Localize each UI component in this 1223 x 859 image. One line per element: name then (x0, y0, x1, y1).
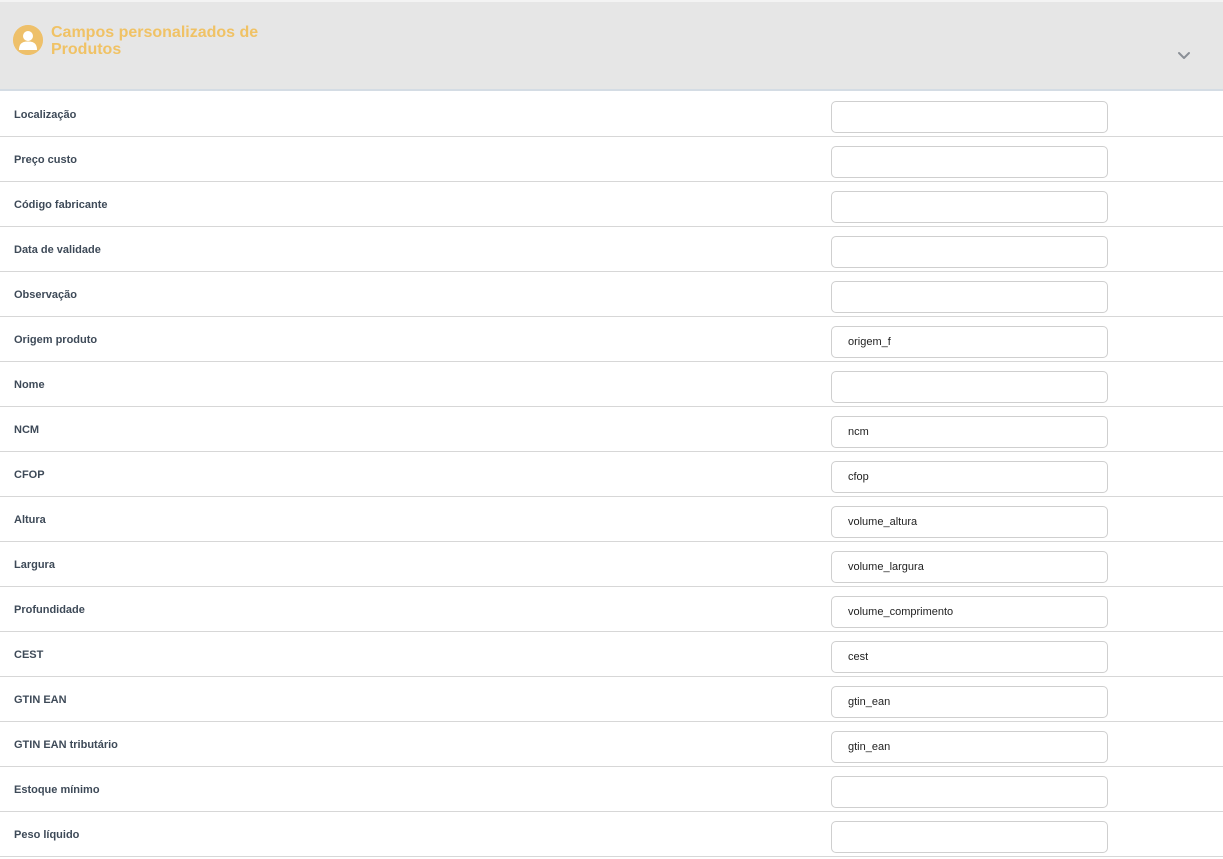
field-input[interactable] (831, 596, 1108, 628)
field-input[interactable] (831, 371, 1108, 403)
field-row: Localização (0, 92, 1223, 137)
field-row: Estoque mínimo (0, 767, 1223, 812)
field-row: Profundidade (0, 587, 1223, 632)
field-input[interactable] (831, 821, 1108, 853)
field-label: Código fabricante (14, 199, 108, 211)
field-label: CFOP (14, 469, 45, 481)
field-row: Data de validade (0, 227, 1223, 272)
field-row: NCM (0, 407, 1223, 452)
field-row: Largura (0, 542, 1223, 587)
field-input[interactable] (831, 506, 1108, 538)
field-row: GTIN EAN (0, 677, 1223, 722)
field-label: Data de validade (14, 244, 101, 256)
field-input[interactable] (831, 641, 1108, 673)
field-row: Origem produto (0, 317, 1223, 362)
field-row: Nome (0, 362, 1223, 407)
field-row: Peso líquido (0, 812, 1223, 857)
field-label: Largura (14, 559, 55, 571)
field-input[interactable] (831, 236, 1108, 268)
field-row: CFOP (0, 452, 1223, 497)
field-input[interactable] (831, 731, 1108, 763)
field-row: Observação (0, 272, 1223, 317)
custom-fields-panel: Campos personalizados de Produtos Locali… (0, 0, 1223, 859)
field-label: GTIN EAN tributário (14, 739, 118, 751)
panel-header[interactable]: Campos personalizados de Produtos (0, 0, 1223, 91)
field-label: Observação (14, 289, 77, 301)
field-input[interactable] (831, 191, 1108, 223)
field-input[interactable] (831, 551, 1108, 583)
field-input[interactable] (831, 281, 1108, 313)
field-label: NCM (14, 424, 40, 436)
field-label: Estoque mínimo (14, 784, 100, 796)
field-label: Nome (14, 379, 45, 391)
field-input[interactable] (831, 326, 1108, 358)
field-label: CEST (14, 649, 44, 661)
field-label: GTIN EAN (14, 694, 67, 706)
user-icon (13, 25, 43, 55)
field-label: Peso líquido (14, 829, 80, 841)
field-input[interactable] (831, 461, 1108, 493)
field-row: GTIN EAN tributário (0, 722, 1223, 767)
field-input[interactable] (831, 776, 1108, 808)
field-input[interactable] (831, 101, 1108, 133)
field-row: Código fabricante (0, 182, 1223, 227)
field-list: Localização Preço custo Código fabricant… (0, 92, 1223, 857)
chevron-down-icon[interactable] (1172, 46, 1196, 66)
field-row: Preço custo (0, 137, 1223, 182)
panel-title: Campos personalizados de Produtos (51, 24, 259, 58)
field-label: Localização (14, 109, 77, 121)
field-row: Altura (0, 497, 1223, 542)
field-input[interactable] (831, 416, 1108, 448)
field-input[interactable] (831, 686, 1108, 718)
field-row: CEST (0, 632, 1223, 677)
field-label: Altura (14, 514, 46, 526)
field-input[interactable] (831, 146, 1108, 178)
field-label: Profundidade (14, 604, 85, 616)
field-label: Preço custo (14, 154, 77, 166)
field-label: Origem produto (14, 334, 98, 346)
